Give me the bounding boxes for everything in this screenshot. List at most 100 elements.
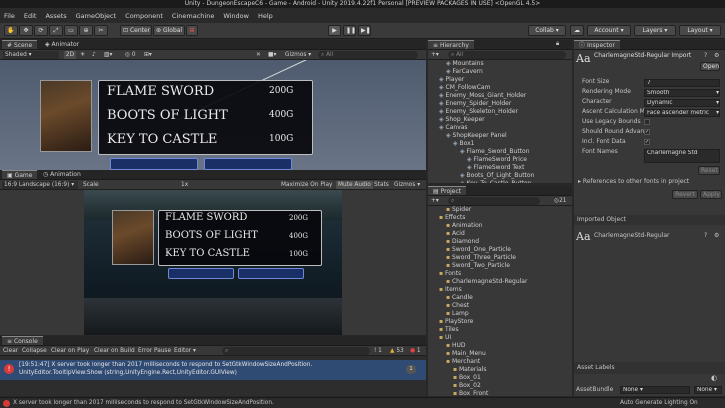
tools-icon[interactable]: ✕ — [256, 51, 261, 59]
hierarchy-item[interactable]: ◈ Canvas — [439, 124, 468, 132]
aspect-dropdown[interactable]: 16:9 Landscape (16:9) ▾ — [2, 181, 78, 189]
tab-inspector[interactable]: ⓘ Inspector — [574, 40, 620, 49]
audio-icon[interactable]: ♪ — [92, 51, 96, 59]
scene-view[interactable]: FLAME SWORD 200G BOOTS OF LIGHT 400G KEY… — [0, 60, 426, 170]
rotate-tool-icon[interactable]: ⟳ — [34, 25, 48, 36]
stats-toggle[interactable]: Stats — [374, 181, 389, 189]
project-item[interactable]: ▪ Items — [439, 286, 462, 294]
hierarchy-item[interactable]: ◈ Player — [439, 76, 464, 84]
2d-toggle[interactable]: 2D — [64, 51, 76, 59]
inspector-dropdown[interactable]: Dynamic ▾ — [644, 99, 720, 107]
buy-button[interactable] — [168, 268, 234, 279]
menu-window[interactable]: Window — [223, 12, 249, 20]
menu-component[interactable]: Component — [125, 12, 163, 20]
menu-file[interactable]: File — [4, 12, 15, 20]
project-item[interactable]: ▪ Candle — [446, 294, 473, 302]
help-icon[interactable]: ? — [704, 232, 707, 239]
collab-dropdown[interactable]: Collab ▾ — [528, 25, 566, 36]
grid-icon[interactable]: ⊞▾ — [144, 51, 152, 59]
project-item[interactable]: ▪ Effects — [439, 214, 465, 222]
project-item[interactable]: ▪ Diamond — [446, 238, 479, 246]
project-add-button[interactable]: +▾ — [431, 197, 439, 205]
mute-audio-toggle[interactable]: Mute Audio — [336, 181, 373, 189]
asset-bundle-variant-dropdown[interactable]: None ▾ — [694, 386, 722, 394]
inspector-dropdown[interactable]: Smooth ▾ — [644, 89, 720, 97]
project-item[interactable]: ▪ PlayStore — [439, 318, 473, 326]
scale-tool-icon[interactable]: ⤢ — [49, 25, 63, 36]
project-item[interactable]: ▪ Box_Front — [453, 390, 488, 396]
maximize-on-play-toggle[interactable]: Maximize On Play — [281, 181, 332, 189]
project-search-input[interactable]: ⌕ — [448, 197, 540, 205]
play-button[interactable]: ▶ — [328, 25, 341, 36]
menu-assets[interactable]: Assets — [45, 12, 66, 20]
scene-search-input[interactable]: ⌕ All — [318, 51, 418, 59]
project-item[interactable]: ▪ UI — [439, 334, 451, 342]
inspector-dropdown[interactable]: Face ascender metric ▾ — [644, 109, 720, 117]
console-search-input[interactable]: ⌕ — [222, 347, 370, 355]
game-gizmos-dropdown[interactable]: Gizmos ▾ — [394, 181, 420, 189]
hierarchy-item[interactable]: ◈ ShopKeeper Panel — [446, 132, 507, 140]
info-count[interactable]: ! 1 — [374, 347, 382, 355]
console-message-row[interactable]: ! [19:51:47] X server took longer than 2… — [0, 360, 426, 380]
pivot-global-button[interactable]: ⊛ Global — [153, 25, 185, 36]
project-item[interactable]: ▪ CharlemagneStd-Regular — [446, 278, 527, 286]
custom-tool-icon[interactable]: ✂ — [94, 25, 108, 36]
inspector-checkbox[interactable] — [644, 119, 650, 125]
hierarchy-item[interactable]: ◈ Enemy_Moss_Giant_Holder — [439, 92, 526, 100]
tab-console[interactable]: ≡ Console — [2, 336, 43, 345]
asset-bundle-dropdown[interactable]: None ▾ — [620, 386, 690, 394]
hierarchy-item[interactable]: ◈ CM_FollowCam — [439, 84, 490, 92]
label-icon[interactable]: ◐ — [711, 374, 717, 382]
effects-icon[interactable]: ▧▾ — [104, 51, 112, 59]
project-item[interactable]: ▪ Sword_One_Particle — [446, 246, 511, 254]
project-item[interactable]: ▪ Box_02 — [453, 382, 481, 390]
move-tool-icon[interactable]: ✥ — [19, 25, 33, 36]
inspector-checkbox[interactable]: ✓ — [644, 139, 650, 145]
hierarchy-item[interactable]: ◈ Shop_Keeper — [439, 116, 485, 124]
project-item[interactable]: ▪ Materials — [453, 366, 487, 374]
light-icon[interactable]: ☀ — [80, 51, 85, 59]
exit-button[interactable] — [238, 268, 304, 279]
pause-button[interactable]: ❚❚ — [343, 25, 356, 36]
inspector-checkbox[interactable]: ✓ — [644, 129, 650, 135]
project-item[interactable]: ▪ Box_01 — [453, 374, 481, 382]
hierarchy-item[interactable]: ◈ Enemy_Skeleton_Holder — [439, 108, 518, 116]
hierarchy-item[interactable]: ◈ FlameSword Price — [467, 156, 527, 164]
settings-icon[interactable]: ⚙ — [714, 52, 719, 59]
tab-game[interactable]: ▣ Game — [2, 170, 38, 179]
hierarchy-item[interactable]: ◈ FarCavern — [446, 68, 483, 76]
console-error-pause-button[interactable]: Error Pause — [138, 347, 171, 355]
hierarchy-add-button[interactable]: +▾ — [431, 51, 439, 59]
menu-help[interactable]: Help — [258, 12, 273, 20]
revert-button[interactable]: Revert — [672, 190, 698, 199]
tab-animator[interactable]: ◈ Animator — [40, 40, 84, 49]
project-item[interactable]: ▪ Tiles — [439, 326, 459, 334]
lock-icon[interactable]: 🔒︎ — [556, 40, 559, 48]
pivot-center-button[interactable]: ⊡ Center — [120, 25, 152, 36]
transform-tool-icon[interactable]: ⊕ — [79, 25, 93, 36]
layout-dropdown[interactable]: Layout ▾ — [679, 25, 721, 36]
layers-dropdown[interactable]: Layers ▾ — [634, 25, 676, 36]
help-icon[interactable]: ? — [704, 52, 707, 59]
project-item[interactable]: ▪ Merchant — [446, 358, 480, 366]
status-message[interactable]: X server took longer than 2017 milliseco… — [13, 400, 274, 406]
error-count[interactable]: ● 1 — [410, 347, 421, 355]
menu-gameobject[interactable]: GameObject — [76, 12, 117, 20]
hidden-objects-icon[interactable]: ◎ 0 — [125, 51, 136, 59]
tab-animation[interactable]: ◷ Animation — [38, 170, 86, 179]
hierarchy-item[interactable]: ◈ Flame_Sword_Button — [460, 148, 530, 156]
open-button[interactable]: Open — [700, 62, 720, 71]
project-item[interactable]: ▪ Animation — [446, 222, 483, 230]
hand-tool-icon[interactable]: ✋ — [4, 25, 18, 36]
tab-scene[interactable]: # Scene — [2, 40, 38, 49]
gizmos-dropdown[interactable]: Gizmos ▾ — [285, 51, 311, 59]
project-item[interactable]: ▪ Main_Menu — [446, 350, 486, 358]
hierarchy-item[interactable]: ◈ Enemy_Spider_Holder — [439, 100, 511, 108]
hierarchy-item[interactable]: ◈ Mountains — [446, 60, 484, 68]
camera-icon[interactable]: ■▾ — [268, 51, 276, 59]
project-item[interactable]: ▪ Lamp — [446, 310, 469, 318]
account-dropdown[interactable]: Account ▾ — [587, 25, 631, 36]
project-item[interactable]: ▪ Acid — [446, 230, 465, 238]
game-view[interactable]: FLAME SWORD 200G BOOTS OF LIGHT 400G KEY… — [84, 190, 342, 335]
console-clear-on-play-button[interactable]: Clear on Play — [51, 347, 89, 355]
